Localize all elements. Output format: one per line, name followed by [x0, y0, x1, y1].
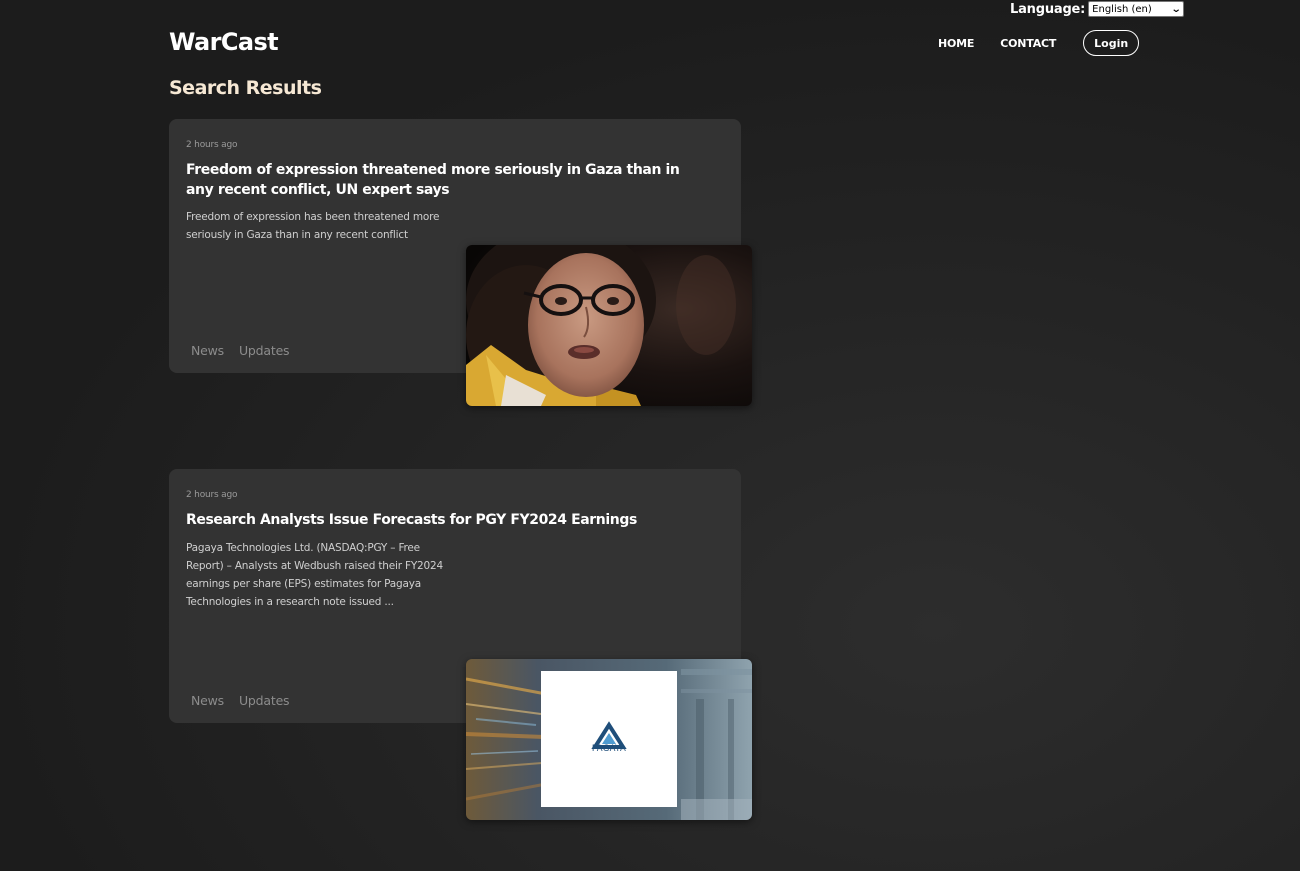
article-title[interactable]: Freedom of expression threatened more se…	[186, 160, 706, 200]
tag-list: News Updates	[191, 693, 290, 708]
article-excerpt: Pagaya Technologies Ltd. (NASDAQ:PGY – F…	[186, 542, 443, 608]
language-select[interactable]: English (en) ⌄	[1088, 1, 1185, 17]
woman-glasses-photo-icon	[466, 245, 752, 406]
timestamp: 2 hours ago	[186, 140, 238, 150]
article-excerpt: Freedom of expression has been threatene…	[186, 211, 440, 241]
nav-contact-link[interactable]: CONTACT	[1000, 37, 1056, 50]
main-nav: HOME CONTACT Login	[938, 30, 1140, 56]
page: Language: English (en) ⌄ WarCast HOME CO…	[0, 0, 1300, 871]
site-logo[interactable]: WarCast	[169, 28, 279, 56]
article-title[interactable]: Research Analysts Issue Forecasts for PG…	[186, 510, 706, 530]
language-selector: Language: English (en) ⌄	[1010, 1, 1185, 17]
pagaya-logo-photo-icon	[466, 659, 752, 820]
page-title: Search Results	[169, 77, 322, 99]
tag-news[interactable]: News	[191, 693, 224, 708]
tag-news[interactable]: News	[191, 343, 224, 358]
pagaya-logo-text: PAGAYA	[591, 744, 627, 754]
article-thumbnail[interactable]	[466, 659, 752, 820]
article-thumbnail[interactable]	[466, 245, 752, 406]
timestamp: 2 hours ago	[186, 490, 238, 500]
tag-updates[interactable]: Updates	[239, 343, 290, 358]
login-button[interactable]: Login	[1083, 30, 1140, 56]
tag-updates[interactable]: Updates	[239, 693, 290, 708]
language-selected-value: English (en)	[1092, 3, 1152, 15]
chevron-down-icon: ⌄	[1170, 3, 1182, 15]
tag-list: News Updates	[191, 343, 290, 358]
nav-home-link[interactable]: HOME	[938, 37, 974, 50]
language-label: Language:	[1010, 1, 1086, 17]
